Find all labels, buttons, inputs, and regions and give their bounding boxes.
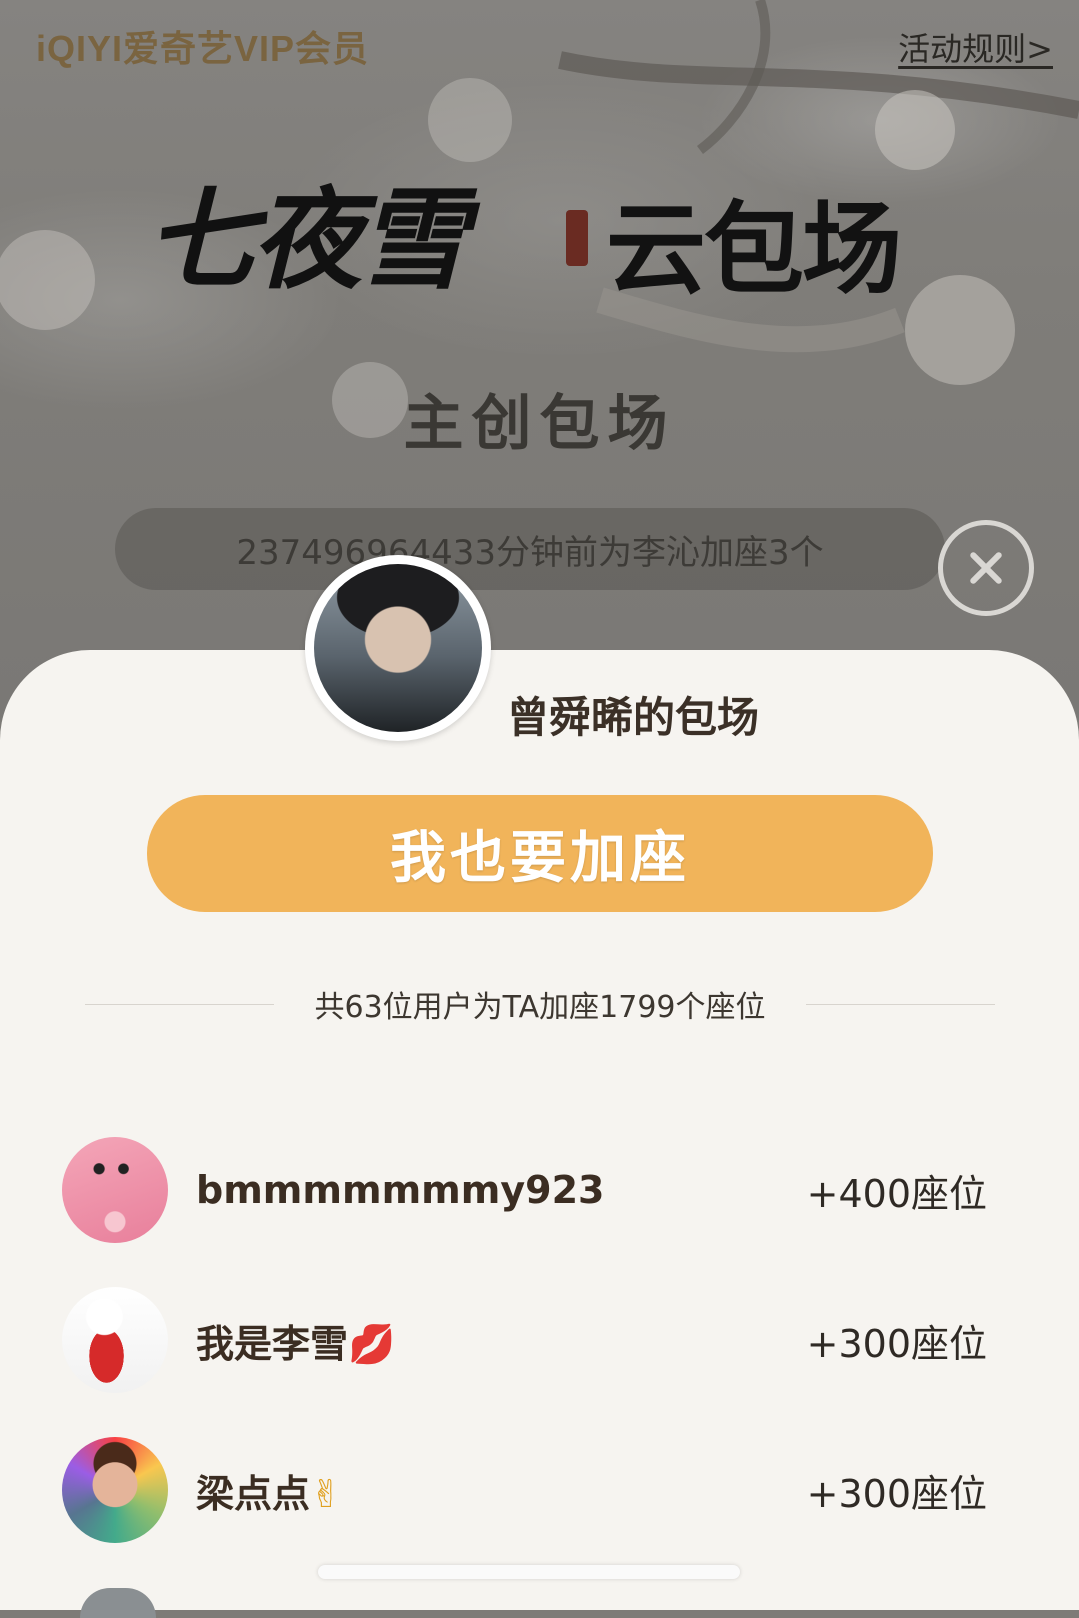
supporter-row[interactable]: 梁点点✌ +300座位 <box>62 1435 987 1545</box>
avatar <box>62 1137 168 1243</box>
home-indicator[interactable] <box>318 1565 740 1579</box>
hero-seal <box>566 210 588 266</box>
hero-subtitle: 云包场 <box>606 191 902 308</box>
supporter-seats: +400座位 <box>806 1171 987 1216</box>
host-avatar <box>305 555 491 741</box>
lips-emoji: 💋 <box>348 1321 396 1366</box>
supporter-summary: 共63位用户为TA加座1799个座位 <box>85 982 996 1026</box>
avatar <box>62 1287 168 1393</box>
plum-branch-illustration <box>0 0 1079 438</box>
divider-right <box>805 1003 996 1005</box>
summary-text: 共63位用户为TA加座1799个座位 <box>314 990 766 1025</box>
supporter-seats: +300座位 <box>806 1471 987 1516</box>
activity-rules-link[interactable]: 活动规则> <box>898 24 1053 70</box>
supporter-row[interactable]: 我是李雪💋 +300座位 <box>62 1285 987 1395</box>
host-avatar-image <box>314 564 482 732</box>
activity-ticker: 237496964433分钟前为李沁加座3个 <box>115 508 945 590</box>
section-title: 主创包场 <box>403 389 676 459</box>
supporter-name: 梁点点✌ <box>196 1471 342 1516</box>
hero-title: 七夜雪 <box>146 175 468 304</box>
add-seat-button[interactable]: 我也要加座 <box>147 795 933 912</box>
close-icon[interactable] <box>938 520 1034 616</box>
victory-hand-emoji: ✌ <box>310 1471 342 1516</box>
background-page: iQIYI爱奇艺VIP会员 活动规则> 七夜雪 云包场 主创包场 2374969… <box>0 0 1079 720</box>
supporter-name: bmmmmmmmy923 <box>196 1168 605 1212</box>
iqiyi-vip-logo: iQIYI爱奇艺VIP会员 <box>36 28 370 69</box>
supporter-row[interactable]: bmmmmmmmy923 +400座位 <box>62 1135 987 1245</box>
supporter-seats: +300座位 <box>806 1321 987 1366</box>
supporter-name: 我是李雪💋 <box>196 1321 396 1366</box>
sheet-title: 曾舜晞的包场 <box>507 693 760 742</box>
divider-left <box>85 1003 275 1005</box>
avatar <box>62 1437 168 1543</box>
